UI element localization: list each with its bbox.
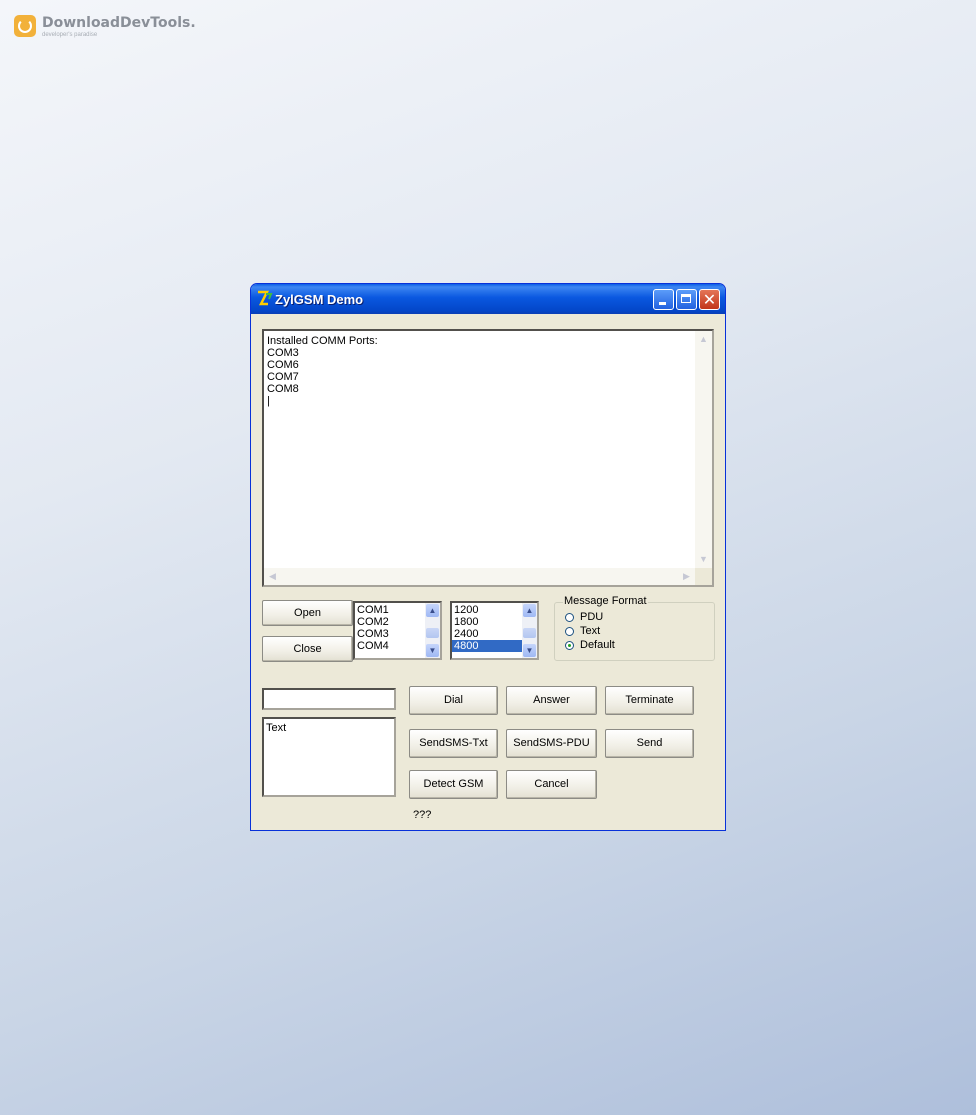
phone-number-input[interactable] bbox=[262, 688, 396, 710]
terminate-button-label: Terminate bbox=[625, 694, 674, 706]
send-sms-pdu-label: SendSMS-PDU bbox=[513, 737, 590, 749]
close-button[interactable]: ✕ bbox=[699, 289, 720, 310]
answer-button-label: Answer bbox=[533, 694, 570, 706]
message-text-area[interactable]: Text bbox=[262, 717, 396, 797]
radio-pdu[interactable]: PDU bbox=[565, 611, 603, 623]
radio-default[interactable]: Default bbox=[565, 639, 615, 651]
port-list[interactable]: COM1 COM2 COM3 COM4 ▲ ▼ bbox=[353, 601, 442, 660]
open-button-label: Open bbox=[294, 607, 321, 619]
send-button[interactable]: Send bbox=[605, 729, 694, 758]
watermark-tagline: developer's paradise bbox=[42, 32, 98, 38]
maximize-button[interactable] bbox=[676, 289, 697, 310]
minimize-icon bbox=[659, 302, 666, 305]
watermark: DownloadDevTools. developer's paradise bbox=[14, 14, 196, 38]
scroll-thumb[interactable] bbox=[523, 628, 536, 638]
list-item-selected[interactable]: 4800 bbox=[452, 640, 522, 652]
close-port-button-label: Close bbox=[293, 643, 322, 655]
window-title: ZylGSM Demo bbox=[275, 292, 364, 307]
dial-button-label: Dial bbox=[444, 694, 463, 706]
radio-button-icon bbox=[565, 626, 574, 636]
close-port-button[interactable]: Close bbox=[262, 636, 353, 662]
send-button-label: Send bbox=[636, 737, 663, 749]
answer-button[interactable]: Answer bbox=[506, 686, 597, 715]
scroll-thumb[interactable] bbox=[426, 628, 439, 638]
log-horizontal-scrollbar[interactable]: ◀ ▶ bbox=[264, 568, 695, 585]
radio-button-icon bbox=[565, 612, 574, 622]
open-button[interactable]: Open bbox=[262, 600, 353, 626]
minimize-button[interactable] bbox=[653, 289, 674, 310]
cancel-button-label: Cancel bbox=[534, 778, 569, 790]
message-format-group: Message Format PDU Text Default bbox=[554, 595, 715, 661]
scroll-up-icon[interactable]: ▲ bbox=[695, 331, 712, 348]
radio-pdu-label: PDU bbox=[580, 611, 604, 623]
terminate-button[interactable]: Terminate bbox=[605, 686, 694, 715]
watermark-text: DownloadDevTools. developer's paradise bbox=[42, 14, 196, 38]
cancel-button[interactable]: Cancel bbox=[506, 770, 597, 799]
message-format-title: Message Format bbox=[563, 595, 648, 607]
send-sms-txt-label: SendSMS-Txt bbox=[419, 737, 488, 749]
dial-button[interactable]: Dial bbox=[409, 686, 498, 715]
scroll-up-icon[interactable]: ▲ bbox=[426, 604, 439, 617]
port-list-scrollbar[interactable]: ▲ ▼ bbox=[425, 603, 440, 658]
log-memo[interactable]: Installed COMM Ports: COM3 COM6 COM7 COM… bbox=[262, 329, 714, 587]
log-text: Installed COMM Ports: COM3 COM6 COM7 COM… bbox=[267, 335, 378, 407]
scroll-down-icon[interactable]: ▼ bbox=[426, 644, 439, 657]
detect-gsm-label: Detect GSM bbox=[423, 778, 484, 790]
radio-button-selected-icon bbox=[565, 640, 574, 650]
scroll-down-icon[interactable]: ▼ bbox=[695, 551, 712, 568]
baud-list-scrollbar[interactable]: ▲ ▼ bbox=[522, 603, 537, 658]
log-vertical-scrollbar[interactable]: ▲ ▼ bbox=[695, 331, 712, 568]
maximize-icon bbox=[681, 294, 691, 303]
scroll-down-icon[interactable]: ▼ bbox=[523, 644, 536, 657]
baud-rate-list[interactable]: 1200 1800 2400 4800 ▲ ▼ bbox=[450, 601, 539, 660]
send-sms-pdu-button[interactable]: SendSMS-PDU bbox=[506, 729, 597, 758]
radio-text[interactable]: Text bbox=[565, 625, 600, 637]
close-icon: ✕ bbox=[702, 290, 717, 309]
status-text: ??? bbox=[413, 809, 432, 821]
scroll-right-icon[interactable]: ▶ bbox=[678, 568, 695, 585]
scroll-left-icon[interactable]: ◀ bbox=[264, 568, 281, 585]
scroll-up-icon[interactable]: ▲ bbox=[523, 604, 536, 617]
radio-text-label: Text bbox=[580, 625, 601, 637]
radio-default-label: Default bbox=[580, 639, 615, 651]
app-window: ZylGSM Demo ✕ Installed COMM Ports: COM3… bbox=[250, 283, 726, 831]
message-text: Text bbox=[266, 722, 287, 734]
watermark-logo-icon bbox=[14, 15, 36, 37]
zylgsm-app-icon bbox=[258, 290, 273, 306]
scroll-corner bbox=[695, 568, 712, 585]
watermark-brand: DownloadDevTools. bbox=[42, 15, 196, 31]
title-bar[interactable]: ZylGSM Demo ✕ bbox=[251, 284, 725, 314]
detect-gsm-button[interactable]: Detect GSM bbox=[409, 770, 498, 799]
send-sms-txt-button[interactable]: SendSMS-Txt bbox=[409, 729, 498, 758]
